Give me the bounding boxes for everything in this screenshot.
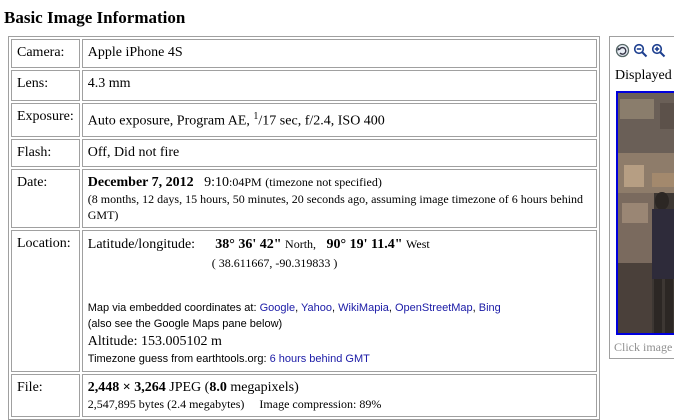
image-preview-panel: Displayed Click image [609,36,674,359]
preview-toolbar [615,43,666,58]
file-compression: Image compression: 89% [259,397,382,411]
zoom-out-icon[interactable] [633,43,648,58]
info-table: Camera: Apple iPhone 4S Lens: 4.3 mm Exp… [8,36,600,420]
lens-label: Lens: [11,70,80,101]
map-link-wikimapia[interactable]: WikiMapia [338,302,389,314]
longitude-dir: West [406,237,430,251]
date-row: Date: December 7, 2012 9:10:04PM (timezo… [11,169,597,228]
lens-row: Lens: 4.3 mm [11,70,597,101]
map-link-yahoo[interactable]: Yahoo [301,302,332,314]
map-via-line: Map via embedded coordinates at: Google,… [87,302,501,314]
latlon-line: Latitude/longitude: 38° 36' 42" North, 9… [88,236,591,253]
exposure-value: Auto exposure, Program AE, 1/17 sec, f/2… [81,103,597,137]
flash-label: Flash: [11,139,80,167]
zoom-in-icon[interactable] [651,43,666,58]
tz-guess-link[interactable]: 6 hours behind GMT [270,353,370,365]
image-thumbnail[interactable] [616,91,674,335]
lens-value: 4.3 mm [81,70,597,101]
exposure-rest: /17 sec, f/2.4, ISO 400 [258,113,385,129]
date-time: 9:10 [204,175,230,190]
file-value: 2,448 × 3,264 JPEG (8.0 megapixels) 2,54… [81,374,597,417]
decimal-coords-value: 38.611667, -90.319833 [218,256,331,270]
latitude: 38° 36' 42" [215,237,282,252]
date-label: Date: [11,169,80,228]
map-link-bing[interactable]: Bing [479,302,501,314]
date-ago: (8 months, 12 days, 15 hours, 50 minutes… [87,192,584,222]
date-tz-note: (timezone not specified) [265,175,382,189]
file-mp-unit: megapixels) [230,380,299,395]
tz-guess-text: Timezone guess from earthtools.org: [87,353,267,365]
file-megapixels: 8.0 [209,380,227,395]
map-link-google[interactable]: Google [260,302,295,314]
file-row: File: 2,448 × 3,264 JPEG (8.0 megapixels… [11,374,597,417]
map-link-openstreetmap[interactable]: OpenStreetMap [395,302,473,314]
tz-guess-line: Timezone guess from earthtools.org: 6 ho… [88,351,591,367]
location-row: Location: Latitude/longitude: 38° 36' 42… [11,230,597,372]
flash-row: Flash: Off, Did not fire [11,139,597,167]
map-via-text: Map via embedded coordinates at: [87,302,257,314]
see-also: (also see the Google Maps pane below) [87,318,283,330]
exposure-row: Exposure: Auto exposure, Program AE, 1/1… [11,103,597,137]
flash-value: Off, Did not fire [81,139,597,167]
file-bytes: 2,547,895 bytes (2.4 megabytes) [87,397,245,411]
camera-label: Camera: [11,39,80,68]
file-dims: 2,448 × 3,264 [87,380,166,395]
location-value: Latitude/longitude: 38° 36' 42" North, 9… [81,230,597,372]
latitude-dir: North, [285,237,317,251]
altitude: Altitude: 153.005102 m [87,334,222,349]
date-bold: December 7, 2012 [87,175,194,190]
location-label: Location: [11,230,80,372]
exposure-prefix: Auto exposure, Program AE, [87,113,250,129]
date-time-small: :04PM [229,175,262,189]
file-format: JPEG [169,380,202,395]
camera-row: Camera: Apple iPhone 4S [11,39,597,68]
exposure-label: Exposure: [11,103,80,137]
page-title: Basic Image Information [4,8,186,27]
longitude: 90° 19' 11.4" [326,237,403,252]
file-label: File: [11,374,80,417]
click-image-label: Click image [614,340,673,354]
file-details: 2,547,895 bytes (2.4 megabytes) Image co… [88,396,591,412]
camera-value: Apple iPhone 4S [81,39,597,68]
date-value: December 7, 2012 9:10:04PM (timezone not… [81,169,597,228]
displayed-label: Displayed [615,68,672,83]
decimal-coords: ( 38.611667, -90.319833 ) [211,256,338,270]
rotate-icon[interactable] [615,43,630,58]
latlon-label: Latitude/longitude: [87,237,196,252]
